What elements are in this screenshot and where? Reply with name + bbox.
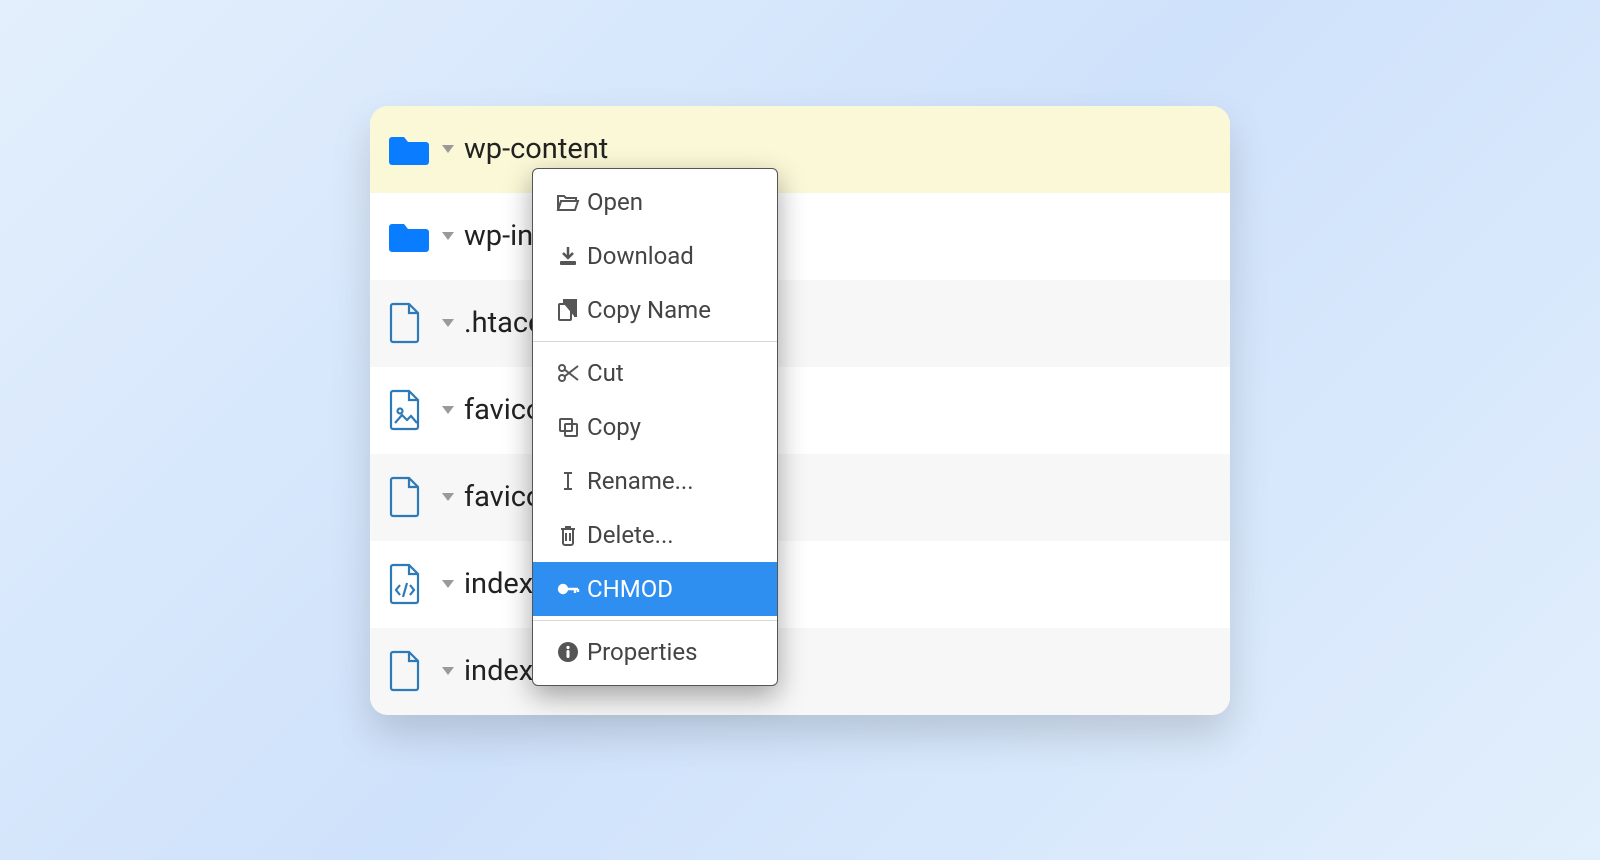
file-row-index-php-backup[interactable]: index.php.1290007879 (370, 628, 1230, 715)
caret-down-icon[interactable] (442, 319, 454, 327)
file-name: wp-content (464, 132, 608, 166)
menu-label: Cut (587, 359, 624, 387)
folder-icon (388, 218, 442, 254)
caret-down-icon[interactable] (442, 406, 454, 414)
menu-item-copy-name[interactable]: Copy Name (533, 283, 777, 337)
download-icon (549, 245, 587, 267)
file-icon (388, 650, 442, 692)
copy-icon (549, 416, 587, 438)
file-row-htaccess[interactable]: .htaccess (370, 280, 1230, 367)
image-file-icon (388, 389, 442, 431)
menu-separator (533, 620, 777, 621)
menu-item-download[interactable]: Download (533, 229, 777, 283)
folder-icon (388, 131, 442, 167)
menu-label: Rename... (587, 467, 694, 495)
copy-name-icon (549, 298, 587, 322)
scissors-icon (549, 362, 587, 384)
menu-separator (533, 341, 777, 342)
menu-label: Copy (587, 413, 641, 441)
menu-item-chmod[interactable]: CHMOD (533, 562, 777, 616)
caret-down-icon[interactable] (442, 667, 454, 675)
menu-label: Delete... (587, 521, 674, 549)
file-row-favicon[interactable]: favicon. (370, 454, 1230, 541)
menu-label: Copy Name (587, 296, 711, 324)
file-icon (388, 302, 442, 344)
menu-item-copy[interactable]: Copy (533, 400, 777, 454)
menu-item-open[interactable]: Open (533, 175, 777, 229)
file-list-panel: wp-content wp-includes .htaccess favicon… (370, 106, 1230, 715)
info-icon (549, 641, 587, 663)
caret-down-icon[interactable] (442, 232, 454, 240)
file-row-index-php[interactable]: index.php (370, 541, 1230, 628)
trash-icon (549, 524, 587, 546)
context-menu: Open Download Copy Name Cut Copy Rename.… (532, 168, 778, 686)
menu-label: Open (587, 188, 643, 216)
code-file-icon (388, 563, 442, 605)
menu-item-delete[interactable]: Delete... (533, 508, 777, 562)
file-row-wp-content[interactable]: wp-content (370, 106, 1230, 193)
menu-label: Download (587, 242, 694, 270)
menu-item-rename[interactable]: Rename... (533, 454, 777, 508)
menu-item-properties[interactable]: Properties (533, 625, 777, 679)
caret-down-icon[interactable] (442, 145, 454, 153)
file-row-wp-includes[interactable]: wp-includes (370, 193, 1230, 280)
menu-label: CHMOD (587, 575, 673, 603)
caret-down-icon[interactable] (442, 493, 454, 501)
text-cursor-icon (549, 470, 587, 492)
file-icon (388, 476, 442, 518)
caret-down-icon[interactable] (442, 580, 454, 588)
key-icon (549, 578, 587, 600)
menu-label: Properties (587, 638, 697, 666)
file-row-favicon-image[interactable]: favicon. (370, 367, 1230, 454)
open-folder-icon (549, 192, 587, 212)
menu-item-cut[interactable]: Cut (533, 346, 777, 400)
